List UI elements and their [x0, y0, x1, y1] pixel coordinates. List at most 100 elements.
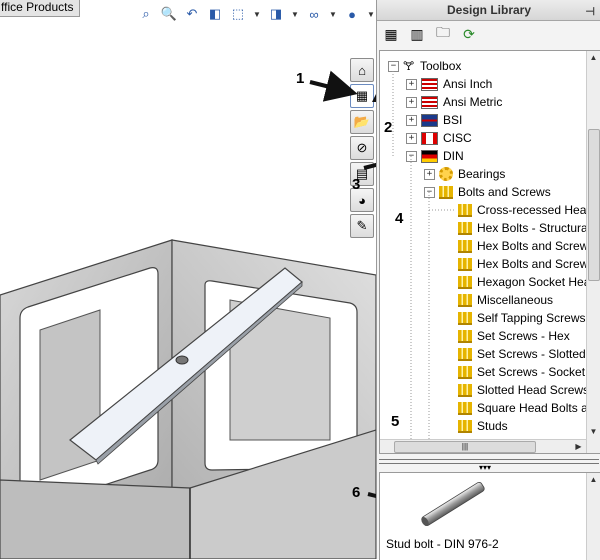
design-library-panel: Design Library ⊣ ▦ ▥ 🗀 ⟳ − 🝖 Toolbox + A… [376, 0, 600, 560]
design-library-icon[interactable]: ▦ [350, 84, 374, 108]
previous-view-icon[interactable]: ↶ [182, 4, 202, 24]
create-folder-icon[interactable]: 🗀 [433, 24, 453, 44]
view-orientation-icon[interactable]: ⬚ [228, 4, 248, 24]
scroll-up-icon[interactable]: ▲ [587, 51, 600, 64]
stud-bolt-preview[interactable] [408, 479, 498, 529]
tree-node-slotted-head-screws[interactable]: Slotted Head Screws [458, 381, 589, 399]
tree-node-hexagon-socket-head[interactable]: Hexagon Socket Head [458, 273, 597, 291]
bolt-folder-icon [458, 383, 472, 397]
add-file-location-icon[interactable]: ▥ [407, 24, 427, 44]
callout-number: 4 [395, 210, 404, 227]
document-tab[interactable]: ffice Products [0, 0, 80, 17]
tree-node-din[interactable]: − DIN [406, 147, 464, 165]
graphics-area[interactable]: ffice Products ⌕ 🔍 ↶ ◧ ⬚ ▼ ◨ ▼ ∞ ▼ ● ▼ ▣… [0, 0, 376, 559]
expand-icon[interactable]: + [406, 132, 417, 144]
bolt-folder-icon [458, 347, 472, 361]
tree-node-cross-recessed-head[interactable]: Cross-recessed Head [458, 201, 593, 219]
tree-node-label: Studs [477, 419, 508, 433]
panel-splitter[interactable]: ▾▾▾ [379, 456, 599, 472]
expand-icon[interactable]: + [406, 78, 417, 90]
frame-model[interactable] [0, 0, 376, 559]
tree-node-label: Hex Bolts - Structural [477, 221, 591, 235]
tree-node-label: Bolts and Screws [458, 185, 551, 199]
display-style-icon[interactable]: ◨ [266, 4, 286, 24]
callout-number: 1 [296, 70, 305, 87]
add-to-library-icon[interactable]: ▦ [381, 24, 401, 44]
pin-icon[interactable]: ⊣ [585, 2, 595, 22]
library-tree[interactable]: − 🝖 Toolbox + Ansi Inch + Ansi Metric + … [379, 50, 600, 454]
tree-node-label: Set Screws - Slotted [477, 347, 586, 361]
bolt-folder-icon [458, 203, 472, 217]
tree-node-bearings[interactable]: + Bearings [424, 165, 505, 183]
file-explorer-icon[interactable]: 📂 [350, 110, 374, 134]
tree-node-hex-bolts-and-screws[interactable]: Hex Bolts and Screws [458, 255, 594, 273]
flag-canada-icon [421, 131, 438, 145]
collapse-icon[interactable]: − [424, 186, 435, 198]
tree-node-label: Bearings [458, 167, 506, 181]
appearance-icon[interactable]: ● [342, 4, 362, 24]
panel-title-bar: Design Library ⊣ [377, 0, 600, 21]
preview-pane: Stud bolt - DIN 976-2 ▲ [379, 472, 600, 560]
tree-node-label: Set Screws - Socket [477, 365, 586, 379]
scroll-up-icon[interactable]: ▲ [587, 473, 600, 486]
tree-node-hex-bolts-structural[interactable]: Hex Bolts - Structural [458, 219, 590, 237]
bolt-folder-icon [458, 419, 472, 433]
home-icon[interactable]: ⌂ [350, 58, 374, 82]
scroll-down-icon[interactable]: ▼ [587, 425, 600, 438]
tree-node-self-tapping-screws[interactable]: Self Tapping Screws [458, 309, 586, 327]
tree-node-label: Cross-recessed Head [477, 203, 594, 217]
tree-node-label: DIN [443, 149, 464, 163]
tree-node-hex-bolts-and-screws[interactable]: Hex Bolts and Screws [458, 237, 594, 255]
flag-uk-icon [421, 113, 438, 127]
zoom-area-icon[interactable]: 🔍 [159, 4, 179, 24]
scroll-thumb[interactable] [588, 129, 600, 281]
tree-node-bolts-and-screws[interactable]: − Bolts and Screws [424, 183, 551, 201]
tree-node-label: Miscellaneous [477, 293, 554, 307]
scroll-thumb[interactable]: ||| [394, 441, 536, 453]
tree-node-set-screws-slotted[interactable]: Set Screws - Slotted [458, 345, 586, 363]
tree-node-toolbox[interactable]: − 🝖 Toolbox [388, 57, 461, 75]
tree-node-set-screws-hex[interactable]: Set Screws - Hex [458, 327, 570, 345]
toolbox-icon: 🝖 [403, 59, 415, 73]
bolt-folder-icon [458, 311, 472, 325]
zoom-to-fit-icon[interactable]: ⌕ [136, 4, 156, 24]
chevron-down-icon[interactable]: ▼ [327, 4, 339, 24]
tree-node-label: Self Tapping Screws [477, 311, 586, 325]
tree-node-studs[interactable]: Studs [458, 417, 508, 435]
refresh-icon[interactable]: ⟳ [459, 24, 479, 44]
search-icon[interactable]: ⊘ [350, 136, 374, 160]
chevron-down-icon[interactable]: ▼ [365, 4, 376, 24]
callout-number: 5 [391, 413, 400, 430]
flag-us-icon [421, 77, 438, 91]
splitter-grip-icon: ▾▾▾ [479, 463, 492, 472]
chevron-down-icon[interactable]: ▼ [289, 4, 301, 24]
section-view-icon[interactable]: ◧ [205, 4, 225, 24]
tree-node-ansi-metric[interactable]: + Ansi Metric [406, 93, 502, 111]
collapse-icon[interactable]: − [406, 150, 417, 162]
tree-node-bsi[interactable]: + BSI [406, 111, 462, 129]
hide-show-icon[interactable]: ∞ [304, 4, 324, 24]
expand-icon[interactable]: + [424, 168, 435, 180]
tree-node-square-head-bolts[interactable]: Square Head Bolts a [458, 399, 588, 417]
callout-number: 2 [384, 119, 393, 136]
bolt-folder-icon [458, 329, 472, 343]
tree-horizontal-scrollbar[interactable]: ||| ▶ [380, 439, 586, 453]
tree-node-label: Slotted Head Screws [477, 383, 590, 397]
custom-properties-icon[interactable]: ✎ [350, 214, 374, 238]
tree-node-label: CISC [443, 131, 472, 145]
expand-icon[interactable]: + [406, 114, 417, 126]
panel-toolbar: ▦ ▥ 🗀 ⟳ [381, 24, 479, 46]
tree-node-set-screws-socket[interactable]: Set Screws - Socket [458, 363, 585, 381]
tree-node-label: Hexagon Socket Head [477, 275, 598, 289]
tree-node-cisc[interactable]: + CISC [406, 129, 472, 147]
preview-scrollbar[interactable]: ▲ [586, 473, 600, 560]
tree-node-label: Square Head Bolts a [477, 401, 588, 415]
tree-node-ansi-inch[interactable]: + Ansi Inch [406, 75, 492, 93]
collapse-icon[interactable]: − [388, 60, 399, 72]
scroll-right-icon[interactable]: ▶ [572, 440, 585, 453]
tree-node-miscellaneous[interactable]: Miscellaneous [458, 291, 553, 309]
panel-title: Design Library [446, 3, 532, 17]
tree-vertical-scrollbar[interactable]: ▲ ▼ [586, 51, 600, 453]
chevron-down-icon[interactable]: ▼ [251, 4, 263, 24]
expand-icon[interactable]: + [406, 96, 417, 108]
